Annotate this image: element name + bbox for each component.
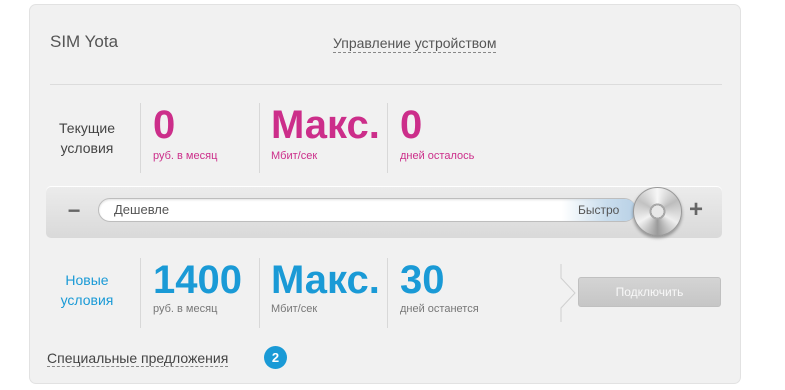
cheaper-label: Дешевле bbox=[114, 202, 170, 217]
current-price-value: 0 bbox=[153, 103, 176, 147]
current-speed-value: Макс. bbox=[271, 103, 380, 147]
connect-button[interactable]: Подключить bbox=[578, 277, 721, 307]
header-divider bbox=[50, 84, 722, 85]
separator bbox=[140, 258, 141, 328]
new-price-unit: руб. в месяц bbox=[153, 303, 218, 315]
current-conditions-label: Текущие условия bbox=[47, 118, 127, 158]
connect-pointer bbox=[560, 264, 576, 322]
current-days-value: 0 bbox=[400, 103, 423, 147]
separator bbox=[259, 258, 260, 328]
new-days-value: 30 bbox=[400, 258, 445, 302]
separator bbox=[140, 103, 141, 173]
manage-device-link[interactable]: Управление устройством bbox=[333, 35, 497, 53]
current-label-line2: условия bbox=[60, 140, 114, 156]
new-speed-value: Макс. bbox=[271, 258, 380, 302]
current-days-unit: дней осталось bbox=[400, 150, 475, 162]
new-price-value: 1400 bbox=[153, 258, 242, 302]
speed-slider-bar[interactable] bbox=[98, 198, 636, 222]
faster-label: Быстро bbox=[578, 203, 620, 217]
new-conditions-label: Новые условия bbox=[47, 270, 127, 310]
sim-title: SIM Yota bbox=[50, 32, 119, 51]
new-label-line1: Новые bbox=[65, 272, 109, 288]
current-speed-unit: Мбит/сек bbox=[271, 150, 318, 162]
slider-knob[interactable] bbox=[633, 187, 682, 236]
special-offers-link[interactable]: Специальные предложения bbox=[47, 350, 229, 367]
decrease-speed-button[interactable]: − bbox=[66, 200, 82, 222]
separator bbox=[387, 258, 388, 328]
tariff-card: SIM Yota Управление устройством Текущие … bbox=[29, 4, 741, 384]
current-label-line1: Текущие bbox=[59, 120, 115, 136]
increase-speed-button[interactable]: + bbox=[687, 198, 705, 222]
new-days-unit: дней останется bbox=[400, 303, 479, 315]
separator bbox=[387, 103, 388, 173]
offers-count-badge[interactable]: 2 bbox=[264, 346, 287, 369]
new-speed-unit: Мбит/сек bbox=[271, 303, 318, 315]
separator bbox=[259, 103, 260, 173]
new-label-line2: условия bbox=[60, 292, 114, 308]
current-price-unit: руб. в месяц bbox=[153, 150, 218, 162]
